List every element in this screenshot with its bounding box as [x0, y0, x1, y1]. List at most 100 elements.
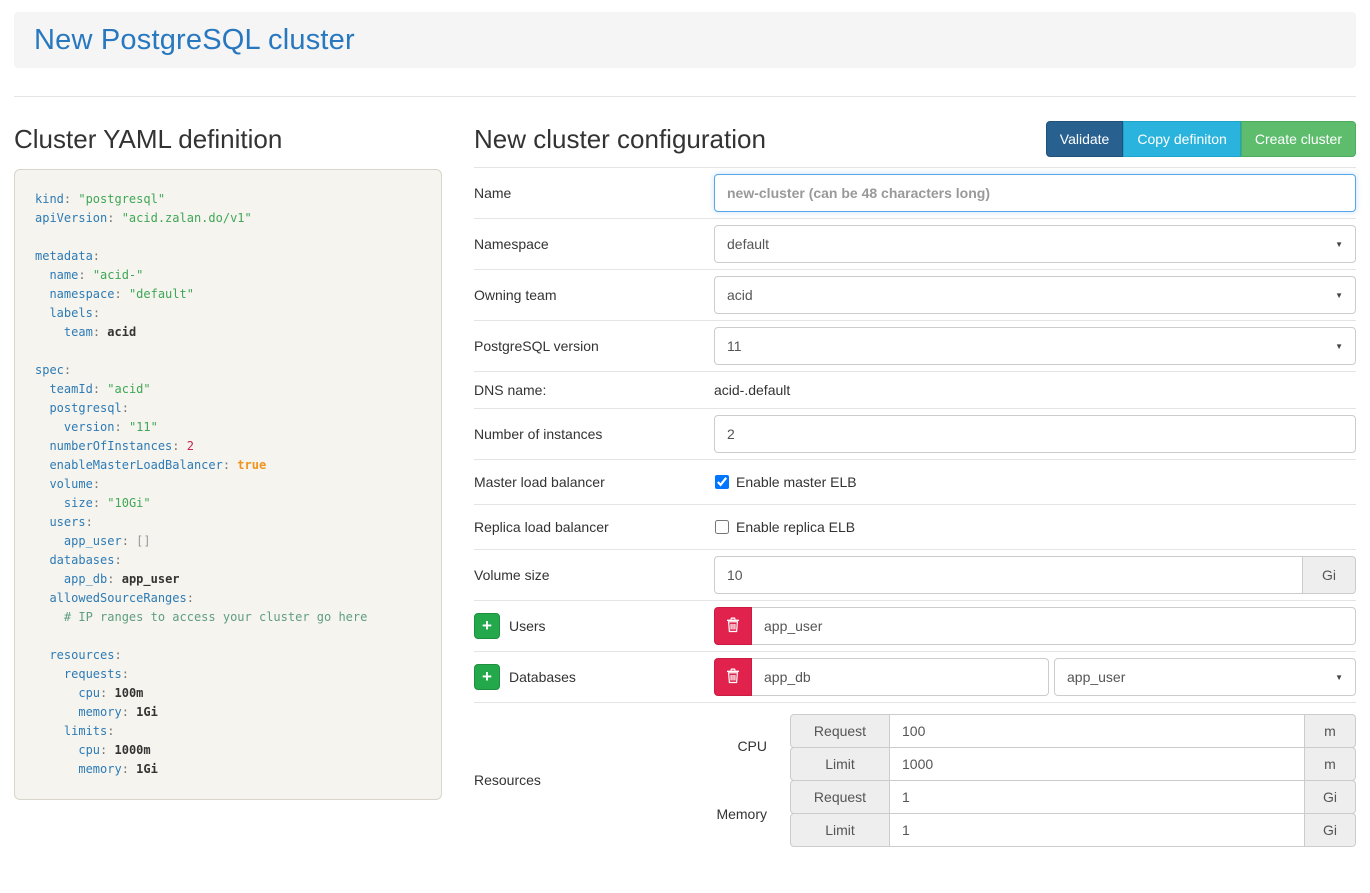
- resources-inputs: Request m Limit m Request: [790, 714, 1356, 847]
- chevron-down-icon: ▼: [1335, 673, 1343, 682]
- config-header: New cluster configuration Validate Copy …: [474, 121, 1356, 157]
- yaml-line: spec:: [35, 361, 421, 380]
- yaml-line: [35, 228, 421, 247]
- yaml-line: team: acid: [35, 323, 421, 342]
- namespace-selected-value: default: [727, 236, 769, 252]
- resources-label: Resources: [474, 772, 714, 788]
- config-heading: New cluster configuration: [474, 123, 766, 155]
- volume-unit-addon: Gi: [1303, 556, 1356, 594]
- yaml-line: [35, 627, 421, 646]
- owning-team-selected-value: acid: [727, 287, 753, 303]
- yaml-line: teamId: "acid": [35, 380, 421, 399]
- instances-input[interactable]: [714, 415, 1356, 453]
- replica-elb-checkbox-label: Enable replica ELB: [736, 519, 855, 535]
- cpu-request-unit-addon: m: [1304, 714, 1356, 748]
- yaml-line: users:: [35, 513, 421, 532]
- postgresql-version-row: PostgreSQL version 11 ▼: [474, 321, 1356, 372]
- instances-label: Number of instances: [474, 426, 714, 442]
- delete-database-button[interactable]: [714, 658, 752, 696]
- name-input[interactable]: [714, 174, 1356, 212]
- replica-lb-row: Replica load balancer Enable replica ELB: [474, 505, 1356, 550]
- yaml-line: app_db: app_user: [35, 570, 421, 589]
- master-lb-row: Master load balancer Enable master ELB: [474, 460, 1356, 505]
- memory-request-unit-addon: Gi: [1304, 780, 1356, 814]
- database-name-input[interactable]: [752, 658, 1049, 696]
- yaml-line: memory: 1Gi: [35, 703, 421, 722]
- yaml-line: databases:: [35, 551, 421, 570]
- plus-icon: +: [482, 668, 492, 685]
- yaml-line: resources:: [35, 646, 421, 665]
- namespace-select[interactable]: default ▼: [714, 225, 1356, 263]
- master-elb-checkbox-label: Enable master ELB: [736, 474, 857, 490]
- cpu-request-group: Request m: [790, 714, 1356, 748]
- yaml-line: size: "10Gi": [35, 494, 421, 513]
- yaml-line: cpu: 100m: [35, 684, 421, 703]
- users-label: Users: [509, 618, 546, 634]
- postgresql-version-select[interactable]: 11 ▼: [714, 327, 1356, 365]
- master-elb-checkbox[interactable]: [715, 475, 729, 489]
- volume-size-label: Volume size: [474, 567, 714, 583]
- resources-row: Resources CPU Memory Request m: [474, 703, 1356, 857]
- replica-elb-checkbox[interactable]: [715, 520, 729, 534]
- yaml-line: memory: 1Gi: [35, 760, 421, 779]
- yaml-line: labels:: [35, 304, 421, 323]
- replica-elb-checkbox-group: Enable replica ELB: [714, 519, 855, 535]
- database-owner-select[interactable]: app_user ▼: [1054, 658, 1356, 696]
- yaml-line: limits:: [35, 722, 421, 741]
- cpu-request-input[interactable]: [890, 714, 1304, 748]
- postgresql-version-selected-value: 11: [727, 338, 742, 354]
- yaml-line: numberOfInstances: 2: [35, 437, 421, 456]
- volume-size-row: Volume size Gi: [474, 550, 1356, 601]
- owning-team-select[interactable]: acid ▼: [714, 276, 1356, 314]
- yaml-line: name: "acid-": [35, 266, 421, 285]
- add-user-button[interactable]: +: [474, 613, 500, 639]
- users-row: + Users: [474, 601, 1356, 652]
- memory-limit-input[interactable]: [890, 813, 1304, 847]
- trash-icon: [726, 617, 740, 636]
- master-lb-label: Master load balancer: [474, 474, 714, 490]
- chevron-down-icon: ▼: [1335, 291, 1343, 300]
- cpu-label: CPU: [714, 712, 790, 780]
- replica-lb-label: Replica load balancer: [474, 519, 714, 535]
- volume-size-input[interactable]: [714, 556, 1303, 594]
- cpu-limit-addon: Limit: [790, 747, 890, 781]
- chevron-down-icon: ▼: [1335, 240, 1343, 249]
- yaml-line: metadata:: [35, 247, 421, 266]
- yaml-column: Cluster YAML definition kind: "postgresq…: [14, 97, 442, 857]
- user-name-input[interactable]: [752, 607, 1356, 645]
- dns-name-value: acid-.default: [714, 382, 790, 398]
- cpu-limit-input[interactable]: [890, 747, 1304, 781]
- page: New PostgreSQL cluster Cluster YAML defi…: [0, 12, 1370, 857]
- namespace-row: Namespace default ▼: [474, 219, 1356, 270]
- instances-row: Number of instances: [474, 409, 1356, 460]
- memory-limit-addon: Limit: [790, 813, 890, 847]
- yaml-line: requests:: [35, 665, 421, 684]
- delete-user-button[interactable]: [714, 607, 752, 645]
- databases-label: Databases: [509, 669, 576, 685]
- cpu-limit-unit-addon: m: [1304, 747, 1356, 781]
- yaml-line: apiVersion: "acid.zalan.do/v1": [35, 209, 421, 228]
- master-elb-checkbox-group: Enable master ELB: [714, 474, 857, 490]
- validate-button[interactable]: Validate: [1046, 121, 1124, 157]
- name-row: Name: [474, 168, 1356, 219]
- create-cluster-button[interactable]: Create cluster: [1241, 121, 1356, 157]
- copy-definition-button[interactable]: Copy definiton: [1123, 121, 1241, 157]
- yaml-panel: kind: "postgresql"apiVersion: "acid.zala…: [14, 169, 442, 800]
- dns-name-row: DNS name: acid-.default: [474, 372, 1356, 409]
- memory-request-input[interactable]: [890, 780, 1304, 814]
- yaml-code: kind: "postgresql"apiVersion: "acid.zala…: [35, 190, 421, 779]
- yaml-line: app_user: []: [35, 532, 421, 551]
- yaml-line: volume:: [35, 475, 421, 494]
- yaml-line: [35, 342, 421, 361]
- owning-team-label: Owning team: [474, 287, 714, 303]
- yaml-line: cpu: 1000m: [35, 741, 421, 760]
- yaml-heading: Cluster YAML definition: [14, 123, 442, 155]
- toolbar: Validate Copy definiton Create cluster: [1046, 121, 1356, 157]
- yaml-line: # IP ranges to access your cluster go he…: [35, 608, 421, 627]
- owning-team-row: Owning team acid ▼: [474, 270, 1356, 321]
- add-database-button[interactable]: +: [474, 664, 500, 690]
- resources-group-labels: CPU Memory: [714, 712, 790, 848]
- memory-limit-group: Limit Gi: [790, 813, 1356, 847]
- memory-limit-unit-addon: Gi: [1304, 813, 1356, 847]
- postgresql-version-label: PostgreSQL version: [474, 338, 714, 354]
